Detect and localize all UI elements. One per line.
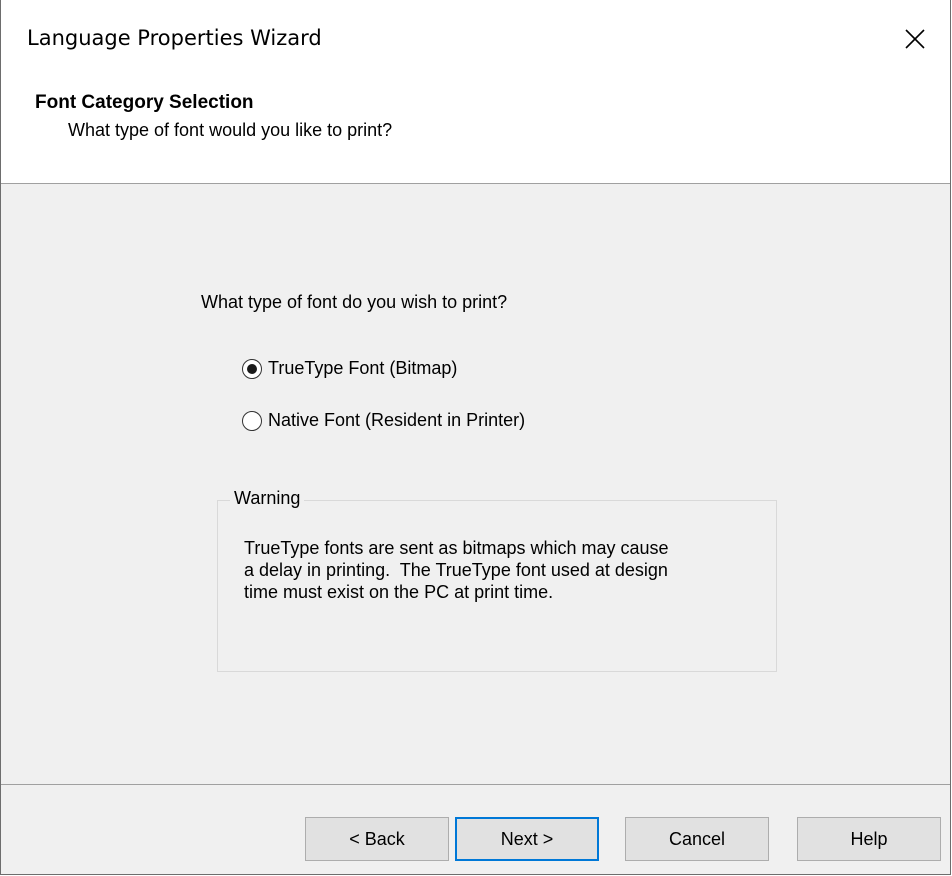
warning-legend: Warning	[230, 488, 305, 509]
warning-line: TrueType fonts are sent as bitmaps which…	[244, 538, 669, 558]
font-type-question: What type of font do you wish to print?	[201, 292, 508, 312]
radio-native-label[interactable]: Native Font (Resident in Printer)	[268, 410, 525, 431]
page-subtitle: What type of font would you like to prin…	[68, 120, 393, 140]
radio-selected-dot	[247, 363, 257, 374]
wizard-header: Font Category Selection What type of fon…	[1, 78, 950, 184]
radio-truetype-font[interactable]: TrueType Font (Bitmap)	[242, 358, 457, 379]
close-icon	[905, 29, 925, 49]
wizard-window: Language Properties Wizard Font Category…	[0, 0, 951, 875]
wizard-footer: < Back Next > Cancel Help	[1, 785, 950, 874]
warning-groupbox: Warning TrueType fonts are sent as bitma…	[217, 488, 777, 672]
next-button[interactable]: Next >	[455, 817, 599, 861]
radio-button-selected[interactable]	[242, 358, 262, 379]
page-title: Font Category Selection	[35, 92, 254, 113]
window-title: Language Properties Wizard	[27, 26, 322, 50]
close-button[interactable]	[880, 0, 950, 78]
warning-line: time must exist on the PC at print time.	[244, 582, 554, 602]
radio-native-font[interactable]: Native Font (Resident in Printer)	[242, 410, 525, 431]
cancel-button[interactable]: Cancel	[625, 817, 769, 861]
back-button[interactable]: < Back	[305, 817, 449, 861]
help-button[interactable]: Help	[797, 817, 941, 861]
warning-text: TrueType fonts are sent as bitmaps which…	[244, 537, 764, 603]
warning-line: a delay in printing. The TrueType font u…	[244, 560, 668, 580]
title-bar: Language Properties Wizard	[1, 0, 950, 78]
radio-truetype-label[interactable]: TrueType Font (Bitmap)	[268, 358, 457, 379]
wizard-content: What type of font do you wish to print? …	[1, 184, 950, 784]
radio-button-unselected[interactable]	[242, 410, 262, 431]
